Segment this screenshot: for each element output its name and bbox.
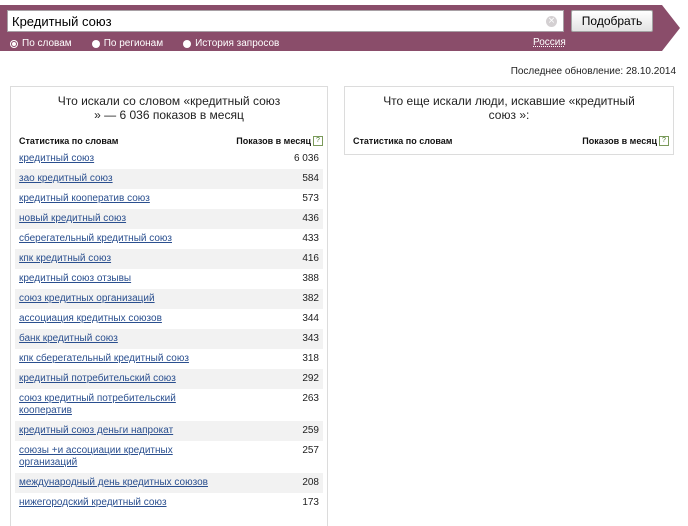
keyword-link[interactable]: международный день кредитных союзов	[19, 477, 208, 489]
show-count: 388	[302, 273, 319, 284]
table-row: банк кредитный союз 343	[15, 329, 323, 349]
search-mode-options: По словам По регионам История запросов	[10, 37, 299, 50]
keyword-link[interactable]: ассоциация кредитных союзов	[19, 313, 162, 325]
table-header: Статистика по словам Показов в месяц?	[19, 135, 323, 147]
header-band-arrow	[662, 5, 680, 51]
mode-label: По словам	[22, 38, 72, 49]
region-selector[interactable]: Россия	[533, 37, 566, 48]
last-update: Последнее обновление: 28.10.2014	[510, 66, 676, 77]
keyword-table: кредитный союз 6 036 зао кредитный союз 584…	[15, 149, 323, 513]
keyword-link[interactable]: кпк сберегательный кредитный союз	[19, 353, 189, 365]
mode-label: История запросов	[195, 38, 280, 49]
table-row: новый кредитный союз 436	[15, 209, 323, 229]
table-row: зао кредитный союз 584	[15, 169, 323, 189]
column-header-shows: Показов в месяц?	[236, 136, 323, 147]
table-row: кпк сберегательный кредитный союз 318	[15, 349, 323, 369]
radio-icon[interactable]	[91, 39, 100, 48]
table-header: Статистика по словам Показов в месяц?	[353, 135, 669, 147]
show-count: 263	[302, 393, 319, 404]
table-row: кредитный кооператив союз 573	[15, 189, 323, 209]
table-row: международный день кредитных союзов 208	[15, 473, 323, 493]
help-icon[interactable]: ?	[313, 136, 323, 147]
show-count: 259	[302, 425, 319, 436]
show-count: 416	[302, 253, 319, 264]
table-row: кредитный союз деньги напрокат 259	[15, 421, 323, 441]
keyword-link[interactable]: новый кредитный союз	[19, 213, 126, 225]
show-count: 208	[302, 477, 319, 488]
show-count: 318	[302, 353, 319, 364]
search-box: ×	[7, 10, 564, 32]
keyword-link[interactable]: кредитный союз отзывы	[19, 273, 131, 285]
table-row: кредитный союз 6 036	[15, 149, 323, 169]
column-header-shows: Показов в месяц?	[582, 136, 669, 147]
table-row: кредитный потребительский союз 292	[15, 369, 323, 389]
column-header-keywords: Статистика по словам	[353, 136, 453, 146]
keyword-link[interactable]: нижегородский кредитный союз	[19, 497, 167, 509]
show-count: 173	[302, 497, 319, 508]
show-count: 343	[302, 333, 319, 344]
clear-icon[interactable]: ×	[546, 15, 557, 27]
keyword-link[interactable]: зао кредитный союз	[19, 173, 113, 185]
keyword-link[interactable]: союзы +и ассоциации кредитных организаци…	[19, 445, 209, 469]
panel-title: Что искали со словом «кредитный союз » —…	[25, 94, 313, 122]
mode-by-words[interactable]: По словам	[10, 37, 72, 50]
column-header-label: Показов в месяц	[582, 135, 657, 146]
keyword-link[interactable]: банк кредитный союз	[19, 333, 118, 345]
show-count: 344	[302, 313, 319, 324]
mode-by-regions[interactable]: По регионам	[91, 37, 164, 50]
table-row: нижегородский кредитный союз 173	[15, 493, 323, 513]
table-row: союз кредитных организаций 382	[15, 289, 323, 309]
column-header-label: Показов в месяц	[236, 135, 311, 146]
radio-icon[interactable]	[10, 39, 18, 48]
show-count: 433	[302, 233, 319, 244]
keyword-link[interactable]: сберегательный кредитный союз	[19, 233, 172, 245]
keyword-link[interactable]: союз кредитный потребительский кооперати…	[19, 393, 209, 417]
help-icon[interactable]: ?	[659, 136, 669, 147]
show-count: 382	[302, 293, 319, 304]
table-row: союзы +и ассоциации кредитных организаци…	[15, 441, 323, 473]
keyword-link[interactable]: кредитный союз деньги напрокат	[19, 425, 173, 437]
table-row: кпк кредитный союз 416	[15, 249, 323, 269]
submit-button[interactable]: Подобрать	[571, 10, 653, 32]
panel-title: Что еще искали люди, искавшие «кредитный…	[359, 94, 659, 122]
related-searches-panel: Что еще искали люди, искавшие «кредитный…	[344, 86, 674, 155]
table-row: сберегательный кредитный союз 433	[15, 229, 323, 249]
show-count: 573	[302, 193, 319, 204]
keyword-link[interactable]: кредитный кооператив союз	[19, 193, 150, 205]
table-row: кредитный союз отзывы 388	[15, 269, 323, 289]
panel-title-line: союз »:	[488, 108, 530, 122]
search-header: × Подобрать По словам По регионам Истори…	[0, 0, 688, 55]
mode-label: По регионам	[103, 38, 164, 49]
keyword-link[interactable]: кпк кредитный союз	[19, 253, 111, 265]
search-input[interactable]	[8, 11, 546, 31]
radio-icon[interactable]	[183, 39, 192, 48]
show-count: 436	[302, 213, 319, 224]
show-count: 584	[302, 173, 319, 184]
keyword-link[interactable]: кредитный союз	[19, 153, 94, 165]
show-count: 257	[302, 445, 319, 456]
panel-title-line: » — 6 036 показов в месяц	[94, 108, 244, 122]
table-row: союз кредитный потребительский кооперати…	[15, 389, 323, 421]
panel-title-line: Что еще искали люди, искавшие «кредитный	[383, 94, 635, 108]
column-header-keywords: Статистика по словам	[19, 136, 119, 146]
panel-title-line: Что искали со словом «кредитный союз	[57, 94, 281, 108]
mode-history[interactable]: История запросов	[183, 37, 279, 50]
table-row: ассоциация кредитных союзов 344	[15, 309, 323, 329]
keyword-link[interactable]: кредитный потребительский союз	[19, 373, 176, 385]
keyword-link[interactable]: союз кредитных организаций	[19, 293, 155, 305]
show-count: 292	[302, 373, 319, 384]
keyword-stats-panel: Что искали со словом «кредитный союз » —…	[10, 86, 328, 526]
show-count: 6 036	[293, 153, 319, 164]
